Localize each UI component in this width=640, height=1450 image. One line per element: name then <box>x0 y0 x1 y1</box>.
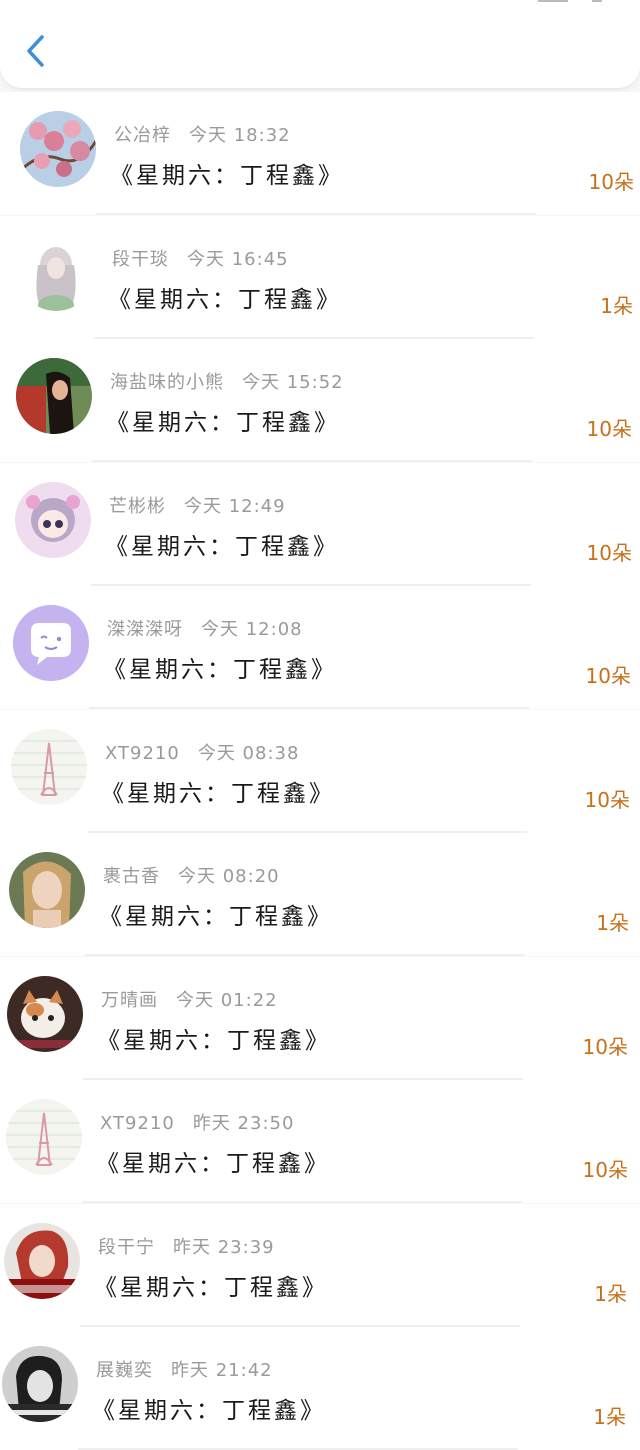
timestamp: 今天 01:22 <box>176 990 278 1011</box>
item-meta: 芒彬彬 今天 12:49 <box>109 492 286 518</box>
username[interactable]: XT9210 <box>105 743 180 764</box>
username[interactable]: 海盐味的小熊 <box>110 372 224 393</box>
username[interactable]: XT9210 <box>100 1113 175 1134</box>
item-title: 《星期六：丁程鑫》 <box>110 163 344 189</box>
timestamp: 昨天 23:39 <box>173 1237 275 1258</box>
flower-count: 10朵 <box>588 170 634 194</box>
girl-sketch-avatar[interactable] <box>18 235 94 311</box>
timestamp: 今天 08:38 <box>197 743 300 764</box>
username[interactable]: 滐滐滐呀 <box>107 619 183 640</box>
item-title: 《星期六：丁程鑫》 <box>96 1151 330 1177</box>
chat-bubble-avatar[interactable] <box>13 605 89 681</box>
item-title: 《星期六：丁程鑫》 <box>92 1398 326 1424</box>
username[interactable]: 万晴画 <box>101 990 158 1011</box>
item-meta: 段干琰 今天 16:45 <box>112 245 289 271</box>
item-title: 《星期六：丁程鑫》 <box>106 410 340 436</box>
username[interactable]: 段干宁 <box>98 1237 155 1258</box>
item-meta: 展巍奕 昨天 21:42 <box>96 1356 273 1382</box>
timestamp: 今天 16:45 <box>187 249 289 270</box>
item-meta: XT9210 昨天 23:50 <box>100 1109 294 1135</box>
anime-girl-avatar[interactable] <box>15 482 91 558</box>
cat-avatar[interactable] <box>7 976 83 1052</box>
item-meta: 公冶梓 今天 18:32 <box>114 121 291 147</box>
eiffel-tower-avatar[interactable] <box>6 1099 82 1175</box>
girl-long-hair-avatar[interactable] <box>16 358 92 434</box>
row-divider <box>82 1201 522 1203</box>
chevron-left-icon <box>27 35 44 67</box>
timestamp: 今天 12:08 <box>201 619 303 640</box>
username[interactable]: 段干琰 <box>112 249 169 270</box>
item-meta: 裹古香 今天 08:20 <box>103 862 280 888</box>
item-meta: 万晴画 今天 01:22 <box>101 986 278 1012</box>
status-mark <box>530 0 610 3</box>
item-title: 《星期六：丁程鑫》 <box>103 657 337 683</box>
item-meta: 段干宁 昨天 23:39 <box>98 1233 275 1259</box>
username[interactable]: 公冶梓 <box>114 125 171 146</box>
timestamp: 今天 08:20 <box>178 866 280 887</box>
timestamp: 昨天 23:50 <box>192 1113 295 1134</box>
item-meta: 海盐味的小熊 今天 15:52 <box>110 368 344 394</box>
username[interactable]: 裹古香 <box>103 866 160 887</box>
item-title: 《星期六：丁程鑫》 <box>105 534 339 560</box>
cherry-blossom-avatar[interactable] <box>20 111 96 187</box>
flower-count: 1朵 <box>593 1405 626 1429</box>
username[interactable]: 芒彬彬 <box>109 496 166 517</box>
list-item[interactable]: 滐滐滐呀 今天 12:08 《星期六：丁程鑫》 10朵 <box>0 586 640 709</box>
flower-count: 10朵 <box>582 1158 628 1182</box>
back-button[interactable] <box>20 30 56 70</box>
eiffel-tower-avatar[interactable] <box>11 729 87 805</box>
timestamp: 昨天 21:42 <box>171 1360 273 1381</box>
list-item[interactable]: 段干宁 昨天 23:39 《星期六：丁程鑫》 1朵 <box>0 1204 640 1327</box>
list-item[interactable]: 芒彬彬 今天 12:49 《星期六：丁程鑫》 10朵 <box>0 463 640 586</box>
list-item[interactable]: 展巍奕 昨天 21:42 《星期六：丁程鑫》 1朵 <box>0 1327 640 1450</box>
row-divider <box>89 707 529 709</box>
woman-portrait-avatar[interactable] <box>9 852 85 928</box>
item-meta: 滐滐滐呀 今天 12:08 <box>107 615 303 641</box>
flower-count: 10朵 <box>585 664 631 688</box>
item-title: 《星期六：丁程鑫》 <box>97 1028 331 1054</box>
item-title: 《星期六：丁程鑫》 <box>101 781 335 807</box>
boy-bw-avatar[interactable] <box>2 1346 78 1422</box>
row-divider <box>92 460 532 462</box>
flower-count: 10朵 <box>582 1035 628 1059</box>
list-item[interactable]: 裹古香 今天 08:20 《星期六：丁程鑫》 1朵 <box>0 833 640 956</box>
flower-count: 1朵 <box>600 294 633 318</box>
flower-count: 1朵 <box>594 1282 627 1306</box>
flower-count: 1朵 <box>596 911 629 935</box>
flower-count: 10朵 <box>586 541 632 565</box>
item-meta: XT9210 今天 08:38 <box>105 739 299 765</box>
list-item[interactable]: XT9210 今天 08:38 《星期六：丁程鑫》 10朵 <box>0 710 640 833</box>
flower-count: 10朵 <box>584 788 630 812</box>
timestamp: 今天 15:52 <box>242 372 344 393</box>
list-item[interactable]: 公冶梓 今天 18:32 《星期六：丁程鑫》 10朵 <box>0 92 640 215</box>
username[interactable]: 展巍奕 <box>96 1360 153 1381</box>
item-title: 《星期六：丁程鑫》 <box>108 287 342 313</box>
row-divider <box>85 954 525 956</box>
list-item[interactable]: 万晴画 今天 01:22 《星期六：丁程鑫》 10朵 <box>0 957 640 1080</box>
list-item[interactable]: 段干琰 今天 16:45 《星期六：丁程鑫》 1朵 <box>0 216 640 339</box>
list-item[interactable]: XT9210 昨天 23:50 《星期六：丁程鑫》 10朵 <box>0 1080 640 1203</box>
timestamp: 今天 18:32 <box>189 125 291 146</box>
item-title: 《星期六：丁程鑫》 <box>99 904 333 930</box>
list-item[interactable]: 海盐味的小熊 今天 15:52 《星期六：丁程鑫》 10朵 <box>0 339 640 462</box>
top-bar <box>0 0 640 88</box>
timestamp: 今天 12:49 <box>184 496 286 517</box>
item-title: 《星期六：丁程鑫》 <box>94 1275 328 1301</box>
flower-count: 10朵 <box>586 417 632 441</box>
row-divider <box>96 213 536 215</box>
red-hair-woman-avatar[interactable] <box>4 1223 80 1299</box>
